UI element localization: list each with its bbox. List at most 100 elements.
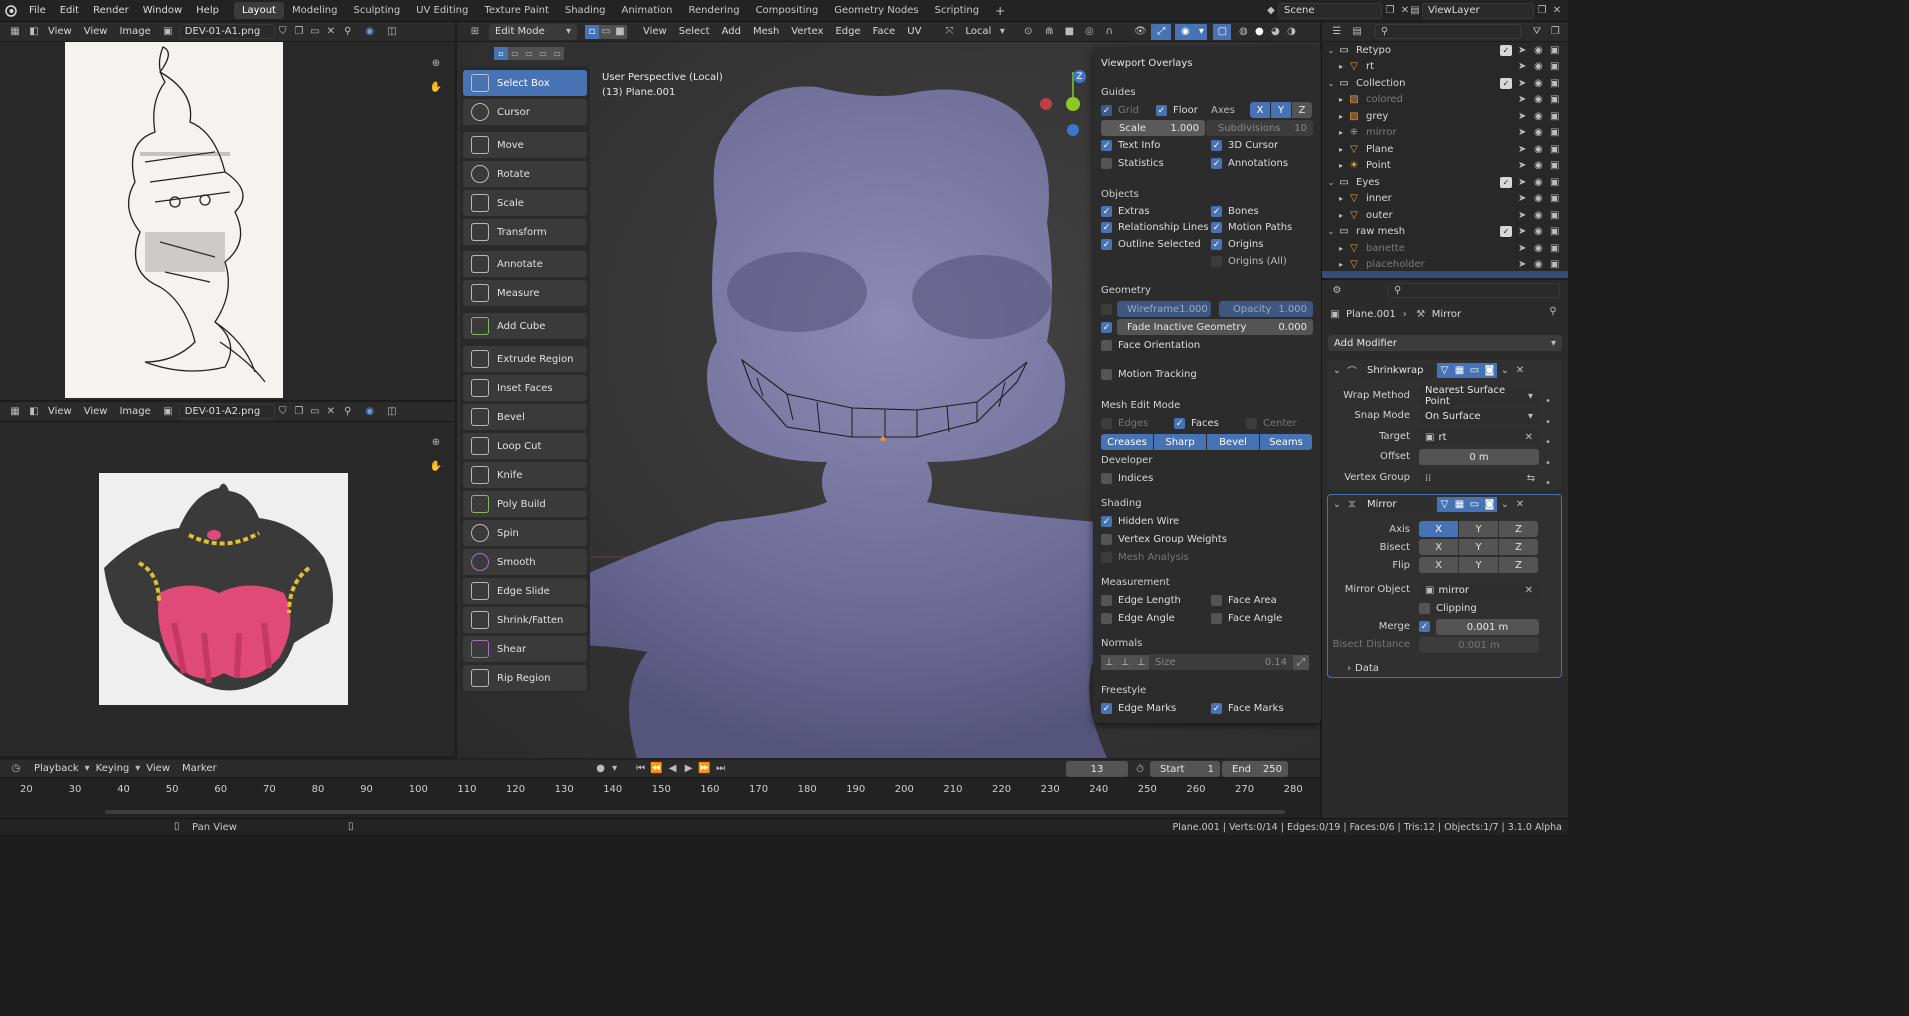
fade-inactive-checkbox[interactable]: ✓	[1101, 322, 1118, 333]
menu-playback[interactable]: Playback	[28, 763, 85, 774]
scene-field[interactable]: Scene	[1278, 2, 1382, 19]
on-cage-icon[interactable]: ▽	[1437, 497, 1452, 512]
keyframe-dot[interactable]: •	[1545, 413, 1551, 434]
tab-texture-paint[interactable]: Texture Paint	[476, 2, 557, 19]
shading-material-icon[interactable]: ◕	[1267, 26, 1283, 37]
jump-keyframe-back-icon[interactable]: ⏪	[649, 763, 665, 774]
wrap-method-dropdown[interactable]: Nearest Surface Point ▾	[1419, 385, 1539, 407]
jump-start-icon[interactable]: ⏮	[633, 763, 649, 774]
origins-checkbox[interactable]: ✓ Origins	[1211, 239, 1263, 250]
eye-icon[interactable]: ◉	[1534, 78, 1543, 89]
expand-chevron-icon[interactable]: ▸	[1336, 161, 1346, 170]
add-workspace-button[interactable]: +	[987, 1, 1013, 21]
clear-icon[interactable]: ✕	[1525, 432, 1533, 443]
camera-icon[interactable]: ▣	[1550, 111, 1559, 122]
select-arrow-icon[interactable]: ➤	[1518, 193, 1526, 204]
expand-chevron-icon[interactable]: ▸	[1336, 194, 1346, 203]
end-frame-field[interactable]: End 250	[1222, 761, 1288, 777]
center-checkbox[interactable]: Center	[1246, 418, 1297, 429]
tool-knife[interactable]: Knife	[463, 462, 587, 488]
tool-rip-region[interactable]: Rip Region	[463, 665, 587, 691]
unlink-image-icon[interactable]: ✕	[323, 26, 339, 37]
image-name-field[interactable]: DEV-01-A2.png	[178, 404, 275, 419]
bones-checkbox[interactable]: ✓ Bones	[1211, 206, 1259, 217]
floor-checkbox[interactable]: ✓ Floor	[1156, 105, 1198, 116]
new-image-icon[interactable]: ❐	[291, 26, 307, 37]
menu-file[interactable]: File	[22, 5, 53, 16]
vertex-select-icon[interactable]: ▫	[585, 24, 599, 39]
scale-field[interactable]: Scale 1.000	[1101, 120, 1205, 136]
visibility-icon[interactable]: 👁	[1129, 26, 1151, 37]
merge-distance-field[interactable]: 0.001 m	[1436, 619, 1539, 635]
record-icon[interactable]: ●	[593, 763, 609, 774]
camera-icon[interactable]: ▣	[1550, 45, 1559, 56]
merge-checkbox[interactable]: ✓	[1419, 621, 1436, 632]
mirror-object-field[interactable]: ▣ mirror ✕	[1419, 582, 1539, 598]
tool-select-box[interactable]: Select Box	[463, 70, 587, 96]
target-field[interactable]: ▣ rt ✕	[1419, 429, 1539, 445]
edges-checkbox[interactable]: Edges	[1101, 418, 1148, 429]
image-browse-icon[interactable]: ▣	[157, 26, 179, 37]
mirror-name-field[interactable]: Mirror	[1361, 496, 1433, 513]
keyframe-dot[interactable]: •	[1545, 474, 1551, 495]
eye-icon[interactable]: ◉	[1534, 177, 1543, 188]
motion-paths-checkbox[interactable]: ✓ Motion Paths	[1211, 222, 1292, 233]
eye-icon[interactable]: ◉	[1534, 193, 1543, 204]
tab-scripting[interactable]: Scripting	[927, 2, 987, 19]
timeline-scrollbar[interactable]	[105, 810, 1285, 814]
close-icon[interactable]: ✕	[1513, 365, 1527, 376]
menu-marker[interactable]: Marker	[176, 763, 223, 774]
viewport-display-icon[interactable]: ▭	[1467, 363, 1482, 378]
menu-vertex[interactable]: Vertex	[785, 26, 829, 37]
pin-icon[interactable]: ⚲	[1546, 306, 1560, 317]
editor-type-icon[interactable]: ☰	[1326, 26, 1347, 37]
menu-view[interactable]: View	[140, 763, 176, 774]
mirror-axis-z[interactable]: Z	[1499, 521, 1538, 537]
eye-icon[interactable]: ◉	[1534, 226, 1543, 237]
menu-view[interactable]: View	[78, 406, 114, 417]
view-mode-dropdown[interactable]: View	[42, 406, 78, 417]
editor-type-icon[interactable]: ⚙	[1326, 285, 1348, 296]
pin-icon[interactable]: ⚲	[339, 406, 357, 417]
flip-x[interactable]: X	[1419, 557, 1458, 573]
face-normal-icon[interactable]: ⊥	[1133, 654, 1149, 670]
tool-scale[interactable]: Scale	[463, 190, 587, 216]
tab-modeling[interactable]: Modeling	[284, 2, 346, 19]
select-arrow-icon[interactable]: ➤	[1518, 111, 1526, 122]
eye-icon[interactable]: ◉	[1534, 259, 1543, 270]
tool-smooth[interactable]: Smooth	[463, 549, 587, 575]
camera-icon[interactable]: ▣	[1550, 94, 1559, 105]
outliner-item[interactable]: ▸ ⁜ mirror ➤ ◉ ▣	[1322, 125, 1568, 141]
select-arrow-icon[interactable]: ➤	[1518, 259, 1526, 270]
menu-window[interactable]: Window	[136, 5, 189, 16]
mesh-analysis-checkbox[interactable]: Mesh Analysis	[1101, 552, 1189, 563]
expand-chevron-icon[interactable]: ▸	[1336, 145, 1346, 154]
tool-spin[interactable]: Spin	[463, 520, 587, 546]
editor-type-icon[interactable]: ⊞	[461, 26, 489, 37]
vertex-normal-icon[interactable]: ⊥	[1101, 654, 1117, 670]
camera-icon[interactable]: ▣	[1550, 160, 1559, 171]
select-invert-icon[interactable]: ▭	[536, 46, 550, 60]
menu-keying[interactable]: Keying	[90, 763, 136, 774]
tool-edge-slide[interactable]: Edge Slide	[463, 578, 587, 604]
close-icon[interactable]: ✕	[1513, 499, 1527, 510]
axis-z-toggle[interactable]: Z	[1292, 102, 1312, 118]
image-editor-top-canvas[interactable]: ⊕ ✋	[0, 42, 455, 400]
camera-icon[interactable]: ▣	[1550, 243, 1559, 254]
select-arrow-icon[interactable]: ➤	[1518, 45, 1526, 56]
new-scene-icon[interactable]: ❐	[1382, 5, 1398, 16]
motion-tracking-checkbox[interactable]: Motion Tracking	[1101, 369, 1197, 380]
overlay-toggle-icon[interactable]: ◉	[357, 26, 383, 37]
viewport-display-icon[interactable]: ▭	[1467, 497, 1482, 512]
stopwatch-icon[interactable]: ⏱	[1132, 761, 1148, 777]
normal-size-field[interactable]: Size 0.14	[1149, 654, 1293, 670]
outliner-item[interactable]: ▸ ▽ inner ➤ ◉ ▣	[1322, 191, 1568, 207]
expand-chevron-icon[interactable]: ▸	[1336, 128, 1346, 137]
outliner-item[interactable]: ⌄ ▭ raw mesh ✓ ➤ ◉ ▣	[1322, 224, 1568, 240]
camera-icon[interactable]: ▣	[1550, 193, 1559, 204]
fake-user-icon[interactable]: ⛉	[275, 26, 291, 37]
camera-icon[interactable]: ▣	[1550, 226, 1559, 237]
offset-field[interactable]: 0 m	[1419, 449, 1539, 465]
menu-image[interactable]: Image	[113, 406, 156, 417]
play-icon[interactable]: ▶	[681, 763, 697, 774]
